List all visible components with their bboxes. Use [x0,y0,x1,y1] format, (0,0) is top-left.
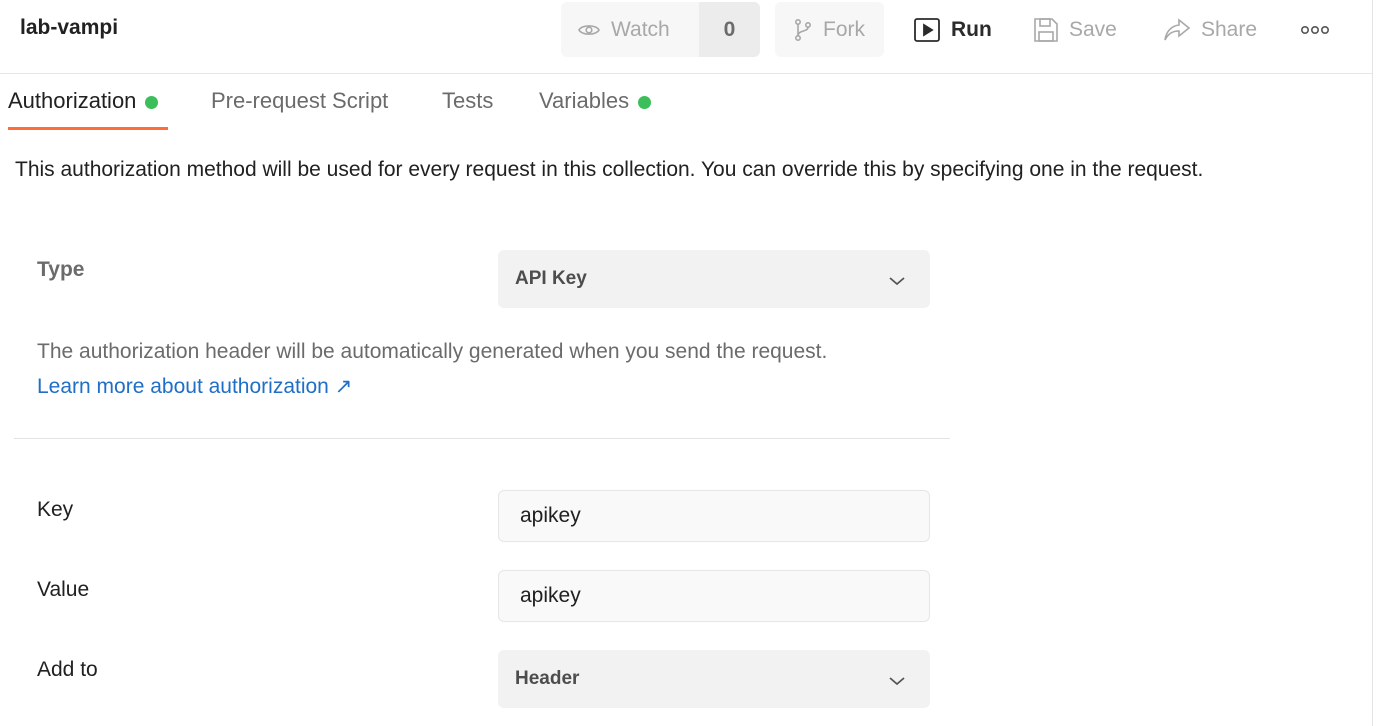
add-to-select[interactable]: Header [498,650,930,708]
value-label: Value [37,578,90,601]
add-to-value: Header [515,668,580,689]
key-label: Key [37,498,74,521]
run-label: Run [951,17,992,41]
play-icon [913,16,941,44]
collection-title: lab-vampi [20,16,119,39]
auth-type-select[interactable]: API Key [498,250,930,308]
tab-variables[interactable]: Variables [539,88,652,114]
fork-icon [793,18,813,42]
chevron-down-icon [888,271,906,293]
share-label: Share [1201,17,1258,41]
value-input[interactable] [498,570,930,622]
collection-header: lab-vampi Watch 0 Fork Run Save Share [0,0,1372,74]
watch-group: Watch 0 [561,2,760,57]
tab-bar: Authorization Pre-request Script Tests V… [0,74,1372,132]
eye-icon [577,18,601,42]
type-label: Type [37,258,85,281]
watch-button[interactable]: Watch [561,2,699,57]
learn-more-link[interactable]: Learn more about authorization ↗ [37,374,352,399]
tab-label: Authorization [8,88,137,113]
key-input[interactable] [498,490,930,542]
save-icon [1033,16,1059,44]
auth-helper-text: The authorization header will be automat… [37,340,828,363]
share-icon [1163,17,1191,43]
section-divider [14,438,950,439]
run-button[interactable]: Run [913,2,992,57]
panel-border [1372,0,1373,726]
fork-label: Fork [823,17,865,41]
tab-status-dot [638,95,652,109]
save-label: Save [1069,17,1117,41]
active-tab-indicator [8,127,168,130]
save-button[interactable]: Save [1033,2,1117,57]
auth-type-value: API Key [515,268,587,289]
tab-label: Tests [442,88,494,113]
tab-label: Variables [539,88,630,113]
fork-button[interactable]: Fork [775,2,884,57]
tab-authorization[interactable]: Authorization [8,88,159,114]
collection-auth-view: lab-vampi Watch 0 Fork Run Save Share Au… [0,0,1382,726]
tab-label: Pre-request Script [211,88,389,113]
tab-pre-request-script[interactable]: Pre-request Script [211,88,388,114]
more-horizontal-icon [1300,24,1330,36]
share-button[interactable]: Share [1163,2,1257,57]
tab-status-dot [145,95,159,109]
add-to-label: Add to [37,658,98,681]
watch-count[interactable]: 0 [699,2,760,57]
tab-tests[interactable]: Tests [442,88,493,114]
more-options-button[interactable] [1300,2,1330,57]
watch-label: Watch [611,17,670,41]
auth-description: This authorization method will be used f… [15,158,1204,181]
chevron-down-icon [888,671,906,693]
